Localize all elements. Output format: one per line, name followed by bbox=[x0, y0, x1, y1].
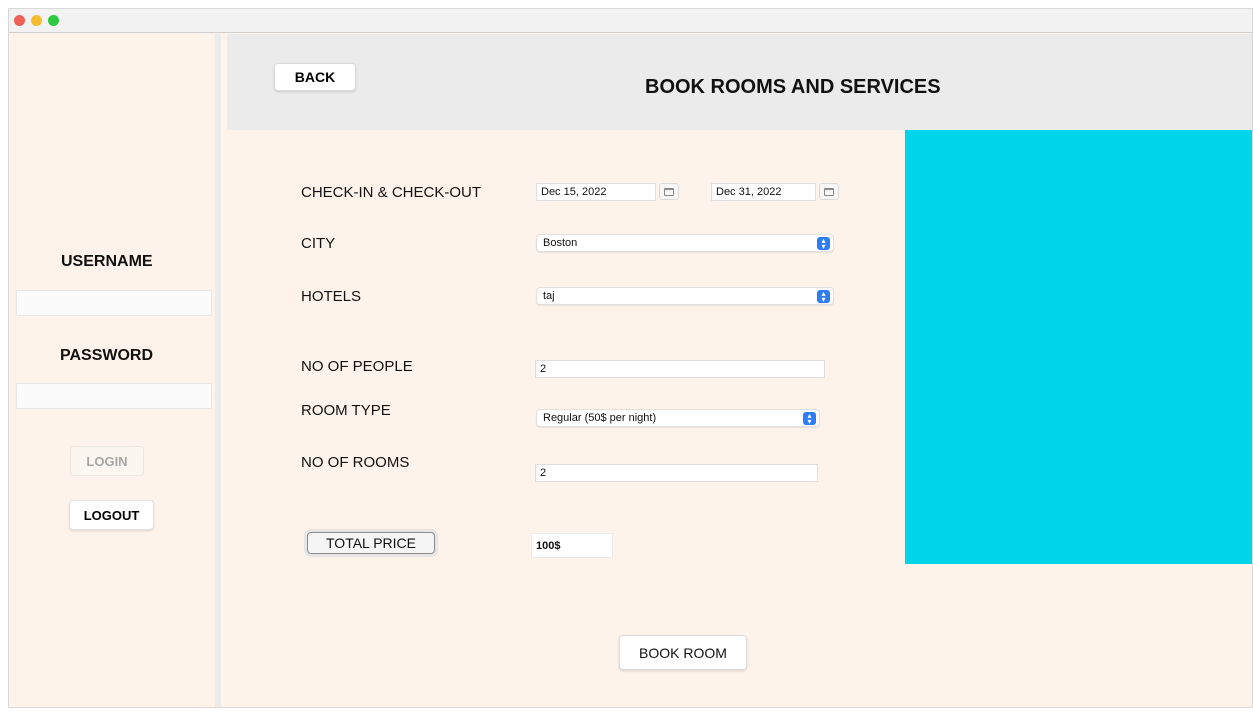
back-button[interactable]: BACK bbox=[274, 63, 356, 91]
username-input[interactable] bbox=[16, 290, 212, 316]
minimize-window-button[interactable] bbox=[31, 15, 42, 26]
select-arrows-icon: ▴ ▾ bbox=[803, 411, 816, 425]
username-label: USERNAME bbox=[61, 253, 153, 270]
people-label: NO OF PEOPLE bbox=[301, 358, 413, 375]
zoom-window-button[interactable] bbox=[48, 15, 59, 26]
password-label: PASSWORD bbox=[60, 347, 154, 364]
city-select[interactable]: Boston ▴ ▾ bbox=[536, 234, 834, 252]
select-arrows-icon: ▴ ▾ bbox=[817, 289, 830, 303]
login-sidebar: USERNAME PASSWORD LOGIN LOGOUT bbox=[9, 34, 221, 707]
rooms-label: NO OF ROOMS bbox=[301, 454, 410, 471]
logout-button[interactable]: LOGOUT bbox=[69, 500, 154, 530]
book-room-button[interactable]: BOOK ROOM bbox=[619, 635, 747, 670]
check-out-calendar-button[interactable] bbox=[819, 183, 839, 200]
calendar-icon bbox=[664, 187, 674, 196]
login-button[interactable]: LOGIN bbox=[70, 446, 144, 476]
select-arrows-icon: ▴ ▾ bbox=[817, 236, 830, 250]
check-in-date-field[interactable]: Dec 15, 2022 bbox=[536, 183, 656, 201]
people-input[interactable]: 2 bbox=[535, 360, 825, 378]
title-bar bbox=[9, 9, 1252, 33]
room-type-select[interactable]: Regular (50$ per night) ▴ ▾ bbox=[536, 409, 820, 427]
hotel-select[interactable]: taj ▴ ▾ bbox=[536, 287, 834, 305]
city-select-value: Boston bbox=[543, 237, 578, 249]
check-in-calendar-button[interactable] bbox=[659, 183, 679, 200]
password-input[interactable] bbox=[16, 383, 212, 409]
image-panel bbox=[905, 130, 1252, 564]
calendar-icon bbox=[824, 187, 834, 196]
app-window: USERNAME PASSWORD LOGIN LOGOUT BACK BOOK… bbox=[8, 8, 1253, 708]
room-type-label: ROOM TYPE bbox=[301, 402, 391, 419]
rooms-input[interactable]: 2 bbox=[535, 464, 818, 482]
page-header: BACK BOOK ROOMS AND SERVICES bbox=[227, 34, 1252, 130]
dates-label: CHECK-IN & CHECK-OUT bbox=[301, 184, 482, 201]
city-label: CITY bbox=[301, 235, 336, 252]
check-out-date-field[interactable]: Dec 31, 2022 bbox=[711, 183, 816, 201]
close-window-button[interactable] bbox=[14, 15, 25, 26]
hotel-select-value: taj bbox=[543, 290, 555, 302]
page-title: BOOK ROOMS AND SERVICES bbox=[645, 76, 941, 98]
booking-form: CHECK-IN & CHECK-OUT Dec 15, 2022 Dec 31… bbox=[227, 130, 1252, 707]
room-type-select-value: Regular (50$ per night) bbox=[543, 412, 657, 424]
total-price-button[interactable]: TOTAL PRICE bbox=[307, 532, 435, 554]
total-price-value: 100$ bbox=[531, 533, 613, 558]
hotels-label: HOTELS bbox=[301, 288, 362, 305]
